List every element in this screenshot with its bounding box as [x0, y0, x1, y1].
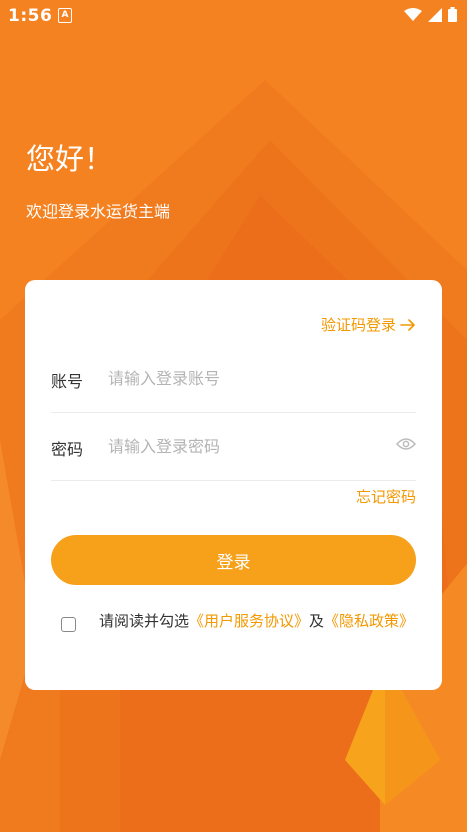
- user-agreement-link[interactable]: 《用户服务协议》: [189, 612, 309, 630]
- login-card: 验证码登录 账号 密码 忘记密码 登录 请阅读并勾选《用户服务协议》及《隐私政策…: [25, 280, 442, 690]
- agreement-conjunction: 及: [309, 612, 325, 630]
- password-input[interactable]: [108, 434, 368, 458]
- agreement-text: 请阅读并勾选《用户服务协议》及《隐私政策》: [97, 610, 416, 633]
- login-button[interactable]: 登录: [51, 535, 416, 585]
- sms-login-link[interactable]: 验证码登录: [321, 314, 416, 335]
- welcome-subtitle: 欢迎登录水运货主端: [26, 202, 171, 221]
- notification-icon: A: [58, 8, 72, 23]
- status-bar: 1:56 A: [0, 0, 467, 32]
- account-label: 账号: [51, 372, 84, 391]
- account-row: 账号: [51, 344, 416, 413]
- wifi-icon: [404, 7, 422, 21]
- system-icons: [404, 7, 457, 22]
- password-label: 密码: [51, 440, 84, 459]
- sms-login-label: 验证码登录: [320, 316, 396, 334]
- agreement-prefix: 请阅读并勾选: [98, 612, 189, 630]
- battery-icon: [448, 7, 457, 22]
- eye-icon[interactable]: [396, 437, 416, 451]
- agreement-checkbox[interactable]: [61, 617, 76, 632]
- forgot-password-link[interactable]: 忘记密码: [356, 486, 416, 507]
- account-input[interactable]: [108, 366, 368, 390]
- status-time: 1:56: [8, 6, 53, 26]
- privacy-policy-link[interactable]: 《隐私政策》: [324, 612, 414, 630]
- signal-icon: [428, 7, 442, 22]
- arrow-right-icon: [400, 318, 415, 331]
- greeting-title: 您好！: [26, 142, 114, 176]
- password-row: 密码: [51, 412, 416, 481]
